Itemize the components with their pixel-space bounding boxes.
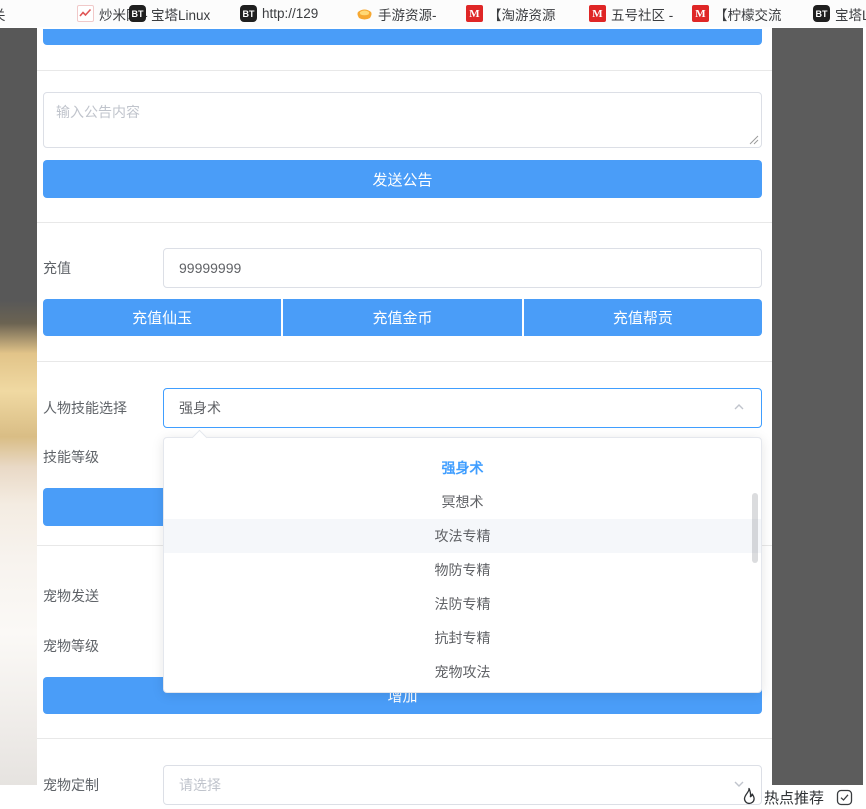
recharge-xianyu-button[interactable]: 充值仙玉 — [43, 299, 281, 336]
flame-icon — [740, 787, 758, 807]
pet-custom-placeholder: 请选择 — [179, 775, 221, 795]
skill-option[interactable]: 抗封专精 — [164, 621, 761, 655]
bookmark-wuhao[interactable]: M 五号社区 - — [589, 0, 673, 27]
background-photo-left-strip — [0, 28, 38, 785]
recharge-amount-field-wrap — [163, 248, 762, 288]
recharge-banggong-button[interactable]: 充值帮贡 — [524, 299, 762, 336]
bookmark-label: 宝塔L — [835, 4, 866, 24]
skill-dropdown-panel: 强身术 冥想术 攻法专精 物防专精 法防专精 抗封专精 宠物攻法 — [163, 437, 762, 693]
hot-recommend-label: 热点推荐 — [764, 787, 824, 808]
bt-icon: BT — [813, 5, 830, 22]
bookmark-label: http://129 — [262, 6, 318, 21]
pet-custom-select[interactable]: 请选择 — [163, 765, 762, 805]
skill-select-label: 人物技能选择 — [43, 388, 127, 428]
skill-option[interactable]: 冥想术 — [164, 485, 761, 519]
bookmark-ningmeng[interactable]: M 【柠檬交流 — [692, 0, 782, 27]
bookmark-shouyou[interactable]: 手游资源- — [356, 0, 437, 27]
gold-ingot-icon — [356, 5, 373, 22]
cut-off-top-button[interactable] — [43, 29, 762, 45]
recharge-amount-input[interactable] — [179, 260, 746, 276]
skill-option[interactable]: 强身术 — [164, 451, 761, 485]
skill-option[interactable]: 法防专精 — [164, 587, 761, 621]
skill-option-list: 强身术 冥想术 攻法专精 物防专精 法防专精 抗封专精 宠物攻法 — [164, 438, 761, 689]
bookmark-http-129[interactable]: BT http://129 — [240, 0, 318, 27]
bookmark-baota-linux[interactable]: BT 宝塔Linux — [129, 0, 210, 27]
announcement-textarea-wrap — [43, 92, 762, 148]
m-icon: M — [589, 5, 606, 22]
bookmark-label: 手游资源- — [378, 4, 437, 24]
bookmark-baota-2[interactable]: BT 宝塔L — [813, 0, 866, 27]
announcement-input[interactable] — [44, 93, 761, 147]
hot-recommend[interactable]: 热点推荐 — [740, 785, 853, 809]
pet-custom-label: 宠物定制 — [43, 765, 99, 805]
bookmark-label: 【柠檬交流 — [714, 4, 782, 24]
pet-level-label: 宠物等级 — [43, 626, 99, 666]
skill-select-value: 强身术 — [179, 398, 221, 418]
bookmark-label: 五号社区 - — [611, 4, 673, 24]
bookmark-taoyou[interactable]: M 【淘游资源 — [466, 0, 556, 27]
skill-option[interactable]: 宠物攻法 — [164, 655, 761, 689]
skill-option[interactable]: 攻法专精 — [164, 519, 761, 553]
bt-icon: BT — [240, 5, 257, 22]
skill-option[interactable]: 物防专精 — [164, 553, 761, 587]
send-announcement-button[interactable]: 发送公告 — [43, 160, 762, 198]
bt-icon: BT — [129, 5, 146, 22]
recharge-button-row: 充值仙玉 充值金币 充值帮贡 — [43, 299, 762, 336]
bookmarks-bar: 关 炒米网 - BT 宝塔Linux BT http://129 手游资源- M… — [0, 0, 866, 27]
clipped-bookmark-text: 关 — [0, 0, 6, 27]
stock-chart-icon — [77, 5, 94, 22]
divider — [37, 738, 772, 739]
m-icon: M — [692, 5, 709, 22]
skill-select[interactable]: 强身术 — [163, 388, 762, 428]
skill-level-label: 技能等级 — [43, 443, 99, 471]
divider — [37, 70, 772, 71]
check-square-icon[interactable] — [836, 789, 853, 806]
bookmark-label: 宝塔Linux — [151, 4, 210, 24]
pet-send-label: 宠物发送 — [43, 576, 99, 616]
divider — [37, 361, 772, 362]
recharge-gold-button[interactable]: 充值金币 — [283, 299, 521, 336]
recharge-label: 充值 — [43, 248, 71, 288]
chevron-up-icon — [732, 400, 746, 417]
bookmark-label: 【淘游资源 — [488, 4, 556, 24]
dropdown-scrollbar-thumb[interactable] — [752, 493, 758, 563]
m-icon: M — [466, 5, 483, 22]
divider — [37, 222, 772, 223]
